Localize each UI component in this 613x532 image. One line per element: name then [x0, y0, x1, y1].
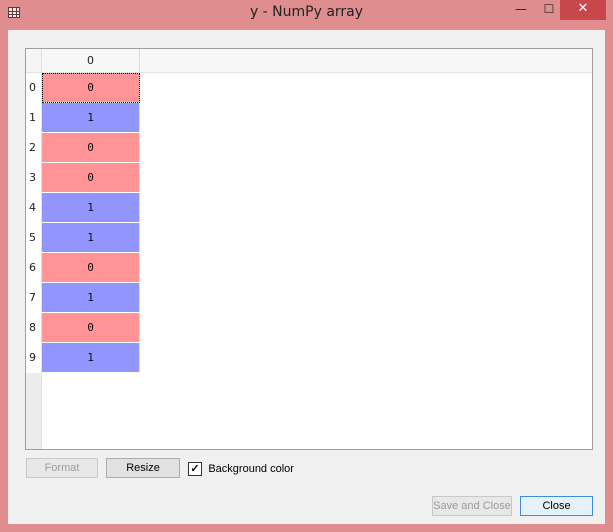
array-cell[interactable]: 1: [42, 343, 140, 373]
row-header[interactable]: 7: [26, 283, 41, 313]
row-header[interactable]: 6: [26, 253, 41, 283]
dialog-body: 0 0123456789 0100110101 Format Resize ✓ …: [8, 30, 605, 524]
title-bar[interactable]: y - NumPy array — ☐ ✕: [0, 0, 613, 26]
array-cell[interactable]: 0: [42, 313, 140, 343]
format-button[interactable]: Format: [26, 458, 98, 478]
minimize-icon[interactable]: —: [508, 0, 534, 20]
row-header[interactable]: 3: [26, 163, 41, 193]
background-color-toggle[interactable]: ✓ Background color: [188, 460, 294, 476]
grid-corner: [26, 49, 42, 73]
array-cell[interactable]: 1: [42, 103, 140, 133]
cell-column: 0100110101: [42, 73, 140, 373]
save-and-close-button[interactable]: Save and Close: [432, 496, 512, 516]
array-cell[interactable]: 0: [42, 253, 140, 283]
row-header[interactable]: 0: [26, 73, 41, 103]
resize-button[interactable]: Resize: [106, 458, 180, 478]
row-header[interactable]: 8: [26, 313, 41, 343]
column-header[interactable]: 0: [42, 49, 140, 72]
array-cell[interactable]: 1: [42, 193, 140, 223]
row-header[interactable]: 4: [26, 193, 41, 223]
close-icon[interactable]: ✕: [560, 0, 606, 20]
row-header[interactable]: 2: [26, 133, 41, 163]
maximize-icon[interactable]: ☐: [536, 0, 562, 20]
array-cell[interactable]: 0: [42, 133, 140, 163]
background-color-checkbox[interactable]: ✓: [188, 461, 202, 476]
row-headers: 0123456789: [26, 73, 41, 373]
array-cell[interactable]: 1: [42, 283, 140, 313]
background-color-label: Background color: [208, 462, 294, 475]
array-editor-window: y - NumPy array — ☐ ✕ 0 0123456789 01001…: [0, 0, 613, 532]
row-header[interactable]: 1: [26, 103, 41, 133]
array-cell[interactable]: 0: [42, 73, 140, 103]
array-cell[interactable]: 0: [42, 163, 140, 193]
row-header[interactable]: 9: [26, 343, 41, 373]
row-header[interactable]: 5: [26, 223, 41, 253]
array-cell[interactable]: 1: [42, 223, 140, 253]
array-grid[interactable]: 0 0123456789 0100110101: [25, 48, 593, 450]
close-button[interactable]: Close: [520, 496, 593, 516]
